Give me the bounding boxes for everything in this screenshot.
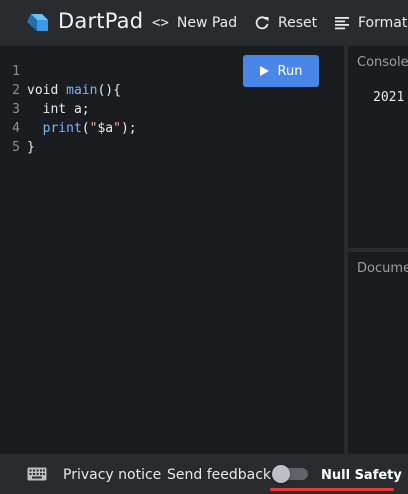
line-number: 3 [12, 102, 20, 117]
code-editor[interactable]: 1 2 void main(){ 3 int a; 4 print(" $a ");… [0, 46, 344, 454]
refresh-icon [255, 16, 269, 30]
line-number: 1 [12, 64, 20, 79]
code-line: 2 void main(){ [0, 81, 137, 100]
code-token: int a; [27, 102, 90, 117]
keyboard-icon[interactable] [27, 467, 47, 481]
line-number: 2 [12, 83, 20, 98]
code-token: ( [81, 121, 90, 136]
new-pad-button[interactable]: <> New Pad [152, 12, 237, 34]
play-icon [259, 66, 269, 76]
console-output: 2021 [373, 90, 405, 105]
line-number: 5 [12, 140, 20, 155]
code-line: 4 print(" $a "); [0, 119, 137, 138]
code-line: 1 [0, 62, 137, 81]
line-number: 4 [12, 121, 20, 136]
code-brackets-icon: <> [152, 15, 169, 31]
highlight-underline [270, 488, 394, 491]
dart-logo-icon [27, 14, 48, 31]
code-token: void [27, 83, 67, 98]
code-token: } [27, 140, 35, 155]
toggle-knob [272, 465, 290, 483]
code-token-interpolation: $a [97, 121, 114, 136]
reset-button[interactable]: Reset [254, 12, 317, 34]
code-lines: 1 2 void main(){ 3 int a; 4 print(" $a ");… [0, 62, 137, 157]
code-token-string: " [89, 121, 98, 136]
documentation-panel: Documentation [348, 252, 408, 454]
format-button[interactable]: Format [334, 12, 407, 34]
app-header: DartPad <> New Pad Reset Format [0, 0, 408, 46]
new-pad-label: New Pad [176, 15, 238, 31]
format-label: Format [358, 15, 408, 31]
app-title: DartPad [58, 9, 144, 33]
privacy-notice-link[interactable]: Privacy notice [63, 467, 161, 483]
run-label: Run [277, 63, 303, 79]
documentation-title: Documentation [357, 261, 408, 276]
code-line: 3 int a; [0, 100, 137, 119]
code-token-function: main [66, 83, 98, 98]
console-title: Console [357, 55, 408, 70]
code-token-string: " [113, 121, 121, 136]
null-safety-toggle[interactable] [272, 465, 310, 483]
footer-bar: Privacy notice Send feedback Null Safety [0, 454, 408, 494]
null-safety-label: Null Safety [321, 468, 402, 483]
code-token-function: print [42, 121, 82, 136]
format-align-icon [335, 17, 349, 30]
code-token: ); [120, 121, 137, 136]
run-button[interactable]: Run [243, 55, 319, 87]
reset-label: Reset [278, 15, 318, 31]
code-line: 5 } [0, 138, 137, 157]
code-token: (){ [97, 83, 121, 98]
send-feedback-link[interactable]: Send feedback [167, 467, 271, 483]
console-panel: Console 2021 [348, 46, 408, 248]
